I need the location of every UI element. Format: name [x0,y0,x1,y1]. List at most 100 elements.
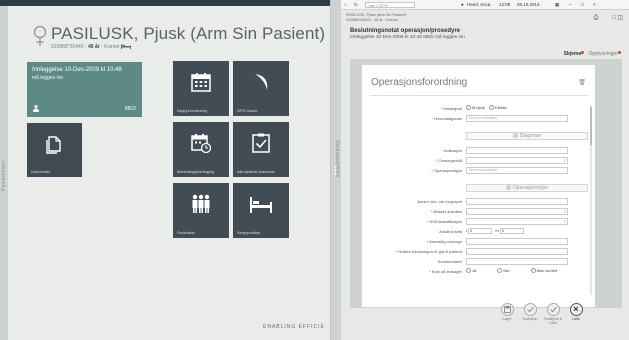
person-icon [33,105,39,112]
krav-label: Krav på ledsager [431,269,462,274]
calendar-icon [191,73,211,92]
bed-icon [120,44,131,50]
approve-button[interactable]: Godkjenn [520,303,540,321]
patient-age: 46 år [88,44,100,50]
row-onsket-anestesi: * Ønsket anestesi ≡ [430,208,568,215]
radio-ja-label: Ja [472,268,477,273]
close-icon[interactable]: × [593,2,596,7]
tile-treatment-planning[interactable]: Behandlingsplanlegging [173,122,229,177]
indikasjon-input[interactable] [466,147,568,154]
select-arrow-icon: ≡ [563,219,566,224]
tile-unchecked-results[interactable]: Ikke sjekkede prøvesvar [233,122,289,177]
row-asa: * ASA klassifikasjon ≡ [427,218,568,225]
omsorgsniva-select[interactable]: ≡ [466,157,568,164]
section-operasjonstype[interactable]: + Operasjonstype [466,184,588,192]
document-panel: ⌂ ↻ Søk i DIPS ● Heed, Arica 12:09 26.10… [341,0,629,340]
knivtid-fields: t 0 m 0 [466,228,524,234]
informasjon-label: Hvilken informasjon er gitt til pasient [397,249,462,254]
asa-select[interactable]: ≡ [466,218,568,225]
approve-icon [523,303,537,316]
tab-opplysninger[interactable]: Opplysninger [589,51,618,57]
radio-ja[interactable] [466,268,471,274]
checklist-icon [252,133,270,153]
radio-ikke-vurdert-label: Ikke vurdert [536,268,558,273]
tile-label: Dokumenter [31,170,51,174]
radio-ikke-vurdert[interactable] [530,268,536,274]
knivtid-minutes-input[interactable]: 0 [499,228,524,234]
section-operasjonstype-label: Operasjonstype [512,185,549,191]
close-x-icon [569,303,583,316]
annen-info-input[interactable] [466,198,568,205]
save-icon [500,303,514,316]
top-strip [0,0,330,6]
radio-ohjelp[interactable] [466,105,471,111]
knivtid-t-label: t [466,228,468,234]
tile-ward-list[interactable]: Sengepostliste [233,183,289,238]
patient-header-meta: 010868*26440 - 46 år - Kvinne [346,17,398,22]
approve-close-button[interactable]: Godkjenn & Lukk [543,303,563,325]
window-icon[interactable]: □ [612,15,616,21]
radio-ohjelp-label: Ø-hjelp [472,105,485,110]
panel-divider[interactable]: Skjul pasientliste [330,0,341,340]
asa-label: ASA klassifikasjon [429,219,462,224]
action-buttons: Lagre Godkjenn Godkjenn & Lukk Lukk [497,303,617,337]
patient-overview-panel: ‹ Pasientlister PASILUSK, Pjusk (Arm Sin… [0,0,330,340]
operasjonstype-label: Operasjonstype [433,168,462,173]
patient-name: PASILUSK, Pjusk (Arm Sin Pasient) [51,24,326,43]
restore-icon[interactable]: □ [581,2,584,7]
antatt-knivtid-label: Antatt knivtid [439,229,462,234]
row-annen-info: Annen info. om inngrepet [362,198,597,206]
brand-text: ENABLING EFFICIE [263,324,325,330]
radio-elektiv[interactable] [489,105,495,111]
back-icon[interactable]: ‹ [12,9,14,15]
tile-dips-classic[interactable]: DIPS Classic [233,61,289,116]
tile-label: DIPS Classic [237,109,258,113]
top-toolbar: ⌂ ↻ Søk i DIPS ● Heed, Arica 12:09 26.10… [341,0,629,10]
admission-unit: MED [124,106,136,112]
close-button[interactable]: Lukk [566,303,586,321]
grid-icon[interactable]: ▦ [555,2,559,8]
user-icon: ● [461,2,464,7]
row-hoveddiagnose: * Hoveddiagnose Skriv inn søketekst [362,115,597,123]
female-icon [33,25,47,46]
admission-tile[interactable]: Innleggelse 10-Des-2009 kl 10:48 må legg… [27,62,142,117]
radio-nei-label: Nei [503,268,510,273]
radio-elektiv-label: Elektiv [495,105,507,110]
tile-daily-coordination[interactable]: Daglig koordinering [173,61,229,116]
print-icon[interactable]: ⎙ [594,15,599,21]
operasjonstype-input[interactable]: Skriv inn søketekst [466,167,568,174]
knivtid-hours-input[interactable]: 0 [468,228,493,234]
home-icon[interactable]: ⌂ [344,2,347,7]
row-informasjon: * Hvilken informasjon er gitt til pasien… [362,248,597,256]
krav-radios: Ja Nei Ikke vurdert [466,268,558,274]
kommentarer-input[interactable] [466,258,568,265]
user-name[interactable]: Heed, Arica [467,2,490,7]
indikasjon-label: Indikasjon [443,148,462,153]
tab-skjema[interactable]: Skjema [564,51,582,57]
select-arrow-icon: ≡ [563,209,566,214]
onsket-anestesi-select[interactable]: ≡ [466,208,568,215]
ansvarlig-input[interactable] [466,238,568,245]
hastegrad-label: Hastegrad [443,106,462,111]
trash-icon[interactable]: 🗑 [578,79,586,86]
minimize-icon[interactable]: – [569,2,572,7]
hoveddiagnose-input[interactable]: Skriv inn søketekst [466,115,568,122]
tile-label: Pasientliste [177,231,195,235]
tile-patient-list[interactable]: Pasientliste [173,183,229,238]
search-input[interactable]: Søk i DIPS [365,2,415,8]
save-button[interactable]: Lagre [497,303,517,321]
tile-label: Daglig koordinering [177,109,208,113]
row-omsorgsniva: * Omsorgsnivå ≡ [435,157,568,164]
doc-tools: ⎙ □ ◫ [594,14,623,22]
bed-icon [250,197,272,213]
split-icon[interactable]: ◫ [617,15,623,21]
informasjon-input[interactable] [466,248,568,255]
approve-close-icon [546,303,560,316]
tile-documents[interactable]: Dokumenter [27,123,82,177]
refresh-icon[interactable]: ↻ [354,2,358,8]
drag-handle-icon[interactable] [334,166,337,175]
radio-nei[interactable] [497,268,503,274]
rail-label: Pasientlister [1,160,7,192]
app-window: ‹ Pasientlister PASILUSK, Pjusk (Arm Sin… [0,0,629,340]
section-diagnose[interactable]: + Diagnose [466,132,588,140]
